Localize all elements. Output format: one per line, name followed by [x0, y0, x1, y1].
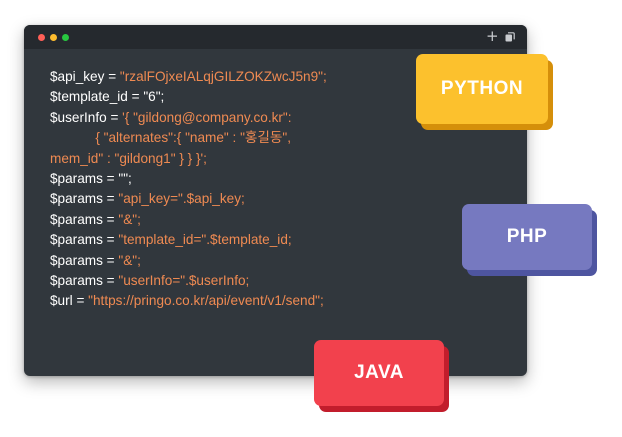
java-badge-label: JAVA: [314, 340, 444, 406]
python-badge[interactable]: PYTHON: [416, 54, 553, 130]
code-token: $userInfo =: [50, 109, 123, 125]
code-token: $params = "";: [50, 170, 132, 186]
code-token: $params =: [50, 211, 119, 227]
code-line: $params = "userInfo=".$userInfo;: [50, 271, 327, 291]
code-string-token: "api_key=".$api_key;: [118, 191, 245, 207]
php-badge-label: PHP: [462, 204, 592, 270]
code-string-token: mem_id" : "gildong1" } } }';: [50, 150, 207, 166]
code-line: $userInfo = '{ "gildong@company.co.kr":: [50, 108, 327, 128]
copy-icon[interactable]: [505, 32, 515, 42]
code-line: $params = "";: [50, 169, 327, 189]
code-block: $api_key = "rzalFOjxeIALqjGILZOKZwcJ5n9"…: [50, 67, 327, 312]
code-string-token: "&";: [118, 211, 141, 227]
code-string-token: '{ "gildong@company.co.kr":: [122, 109, 292, 125]
code-line: $params = "&";: [50, 210, 327, 230]
code-token: $params =: [50, 272, 119, 288]
plus-icon[interactable]: +: [486, 29, 499, 44]
code-line: $url = "https://pringo.co.kr/api/event/v…: [50, 291, 327, 311]
title-bar: +: [24, 25, 527, 49]
code-string-token: "template_id=".$template_id;: [118, 232, 292, 248]
code-string-token: "https://pringo.co.kr/api/event/v1/send"…: [88, 293, 324, 309]
code-line: $params = "api_key=".$api_key;: [50, 189, 327, 209]
python-badge-label: PYTHON: [416, 54, 548, 124]
php-badge[interactable]: PHP: [462, 204, 597, 276]
code-line: { "alternates":{ "name" : "홍길동",: [50, 128, 327, 148]
code-token: $params =: [50, 191, 119, 207]
code-line: $params = "&";: [50, 251, 327, 271]
minimize-window-button[interactable]: [50, 34, 57, 41]
code-token: $template_id = "6";: [50, 89, 165, 105]
code-line: mem_id" : "gildong1" } } }';: [50, 149, 327, 169]
code-line: $params = "template_id=".$template_id;: [50, 230, 327, 250]
code-line: $api_key = "rzalFOjxeIALqjGILZOKZwcJ5n9"…: [50, 67, 327, 87]
code-token: $api_key =: [50, 69, 120, 84]
maximize-window-button[interactable]: [62, 34, 69, 41]
code-string-token: "userInfo=".$userInfo;: [118, 272, 250, 288]
code-token: $params =: [50, 252, 119, 268]
code-line: $template_id = "6";: [50, 87, 327, 107]
code-token: $url =: [50, 293, 89, 309]
code-token: $params =: [50, 232, 119, 248]
code-string-token: "rzalFOjxeIALqjGILZOKZwcJ5n9";: [119, 69, 327, 84]
code-string-token: { "alternates":{ "name" : "홍길동",: [50, 130, 292, 146]
java-badge[interactable]: JAVA: [314, 340, 449, 412]
code-string-token: "&";: [118, 252, 141, 268]
stage: + $api_key = "rzalFOjxeIALqjGILZOKZwcJ5n…: [0, 0, 622, 437]
close-window-button[interactable]: [38, 34, 45, 41]
